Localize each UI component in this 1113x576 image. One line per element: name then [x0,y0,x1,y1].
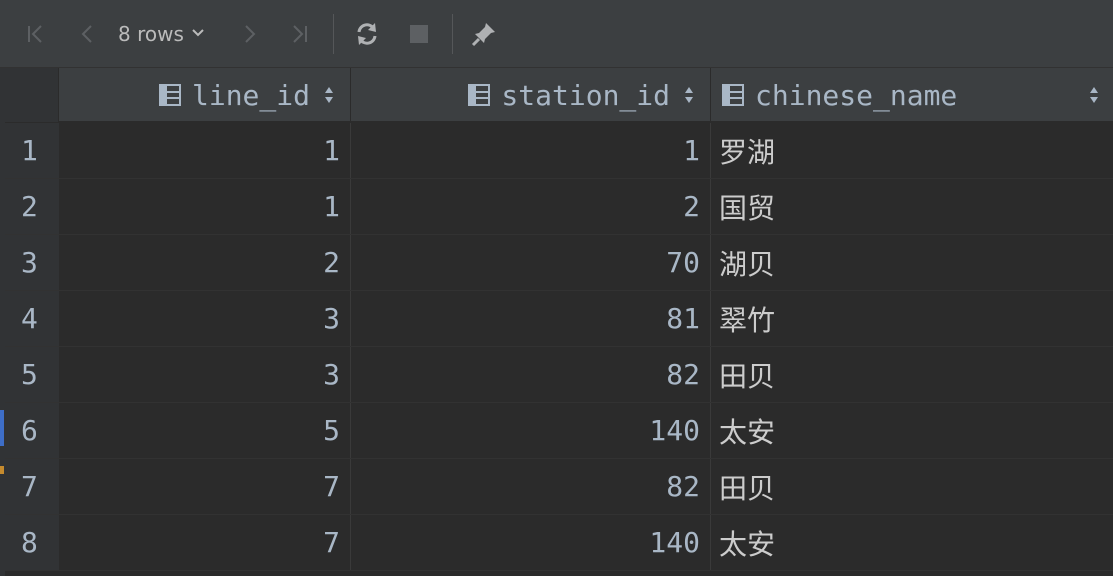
pin-icon [470,20,498,48]
cell-chinese-name[interactable]: 国贸 [711,179,1113,234]
column-icon [158,83,182,107]
stop-icon [408,23,430,45]
row-number[interactable]: 1 [5,123,59,178]
sort-icon[interactable] [324,86,334,104]
column-header-station-id[interactable]: station_id [351,68,711,122]
gutter-marker [0,466,4,474]
cell-station-id[interactable]: 140 [351,403,711,458]
next-page-icon [237,22,261,46]
table-row[interactable]: 4 3 81 翠竹 [5,291,1113,347]
cell-line-id[interactable]: 1 [59,123,351,178]
rows-count-label: 8 rows [118,22,184,46]
last-page-button[interactable] [283,17,315,51]
row-number[interactable]: 2 [5,179,59,234]
cell-chinese-name[interactable]: 湖贝 [711,235,1113,290]
column-label: line_id [191,78,310,112]
cell-chinese-name[interactable]: 罗湖 [711,123,1113,178]
row-number[interactable]: 6 [5,403,59,458]
cell-chinese-name[interactable]: 太安 [711,515,1113,570]
chevron-down-icon [190,22,206,46]
next-page-button[interactable] [233,17,265,51]
refresh-button[interactable] [351,17,383,51]
cell-station-id[interactable]: 70 [351,235,711,290]
gutter-marker [0,410,4,446]
cell-chinese-name[interactable]: 田贝 [711,459,1113,514]
column-icon [721,83,745,107]
result-toolbar: 8 rows [0,0,1113,68]
column-header-chinese-name[interactable]: chinese_name [711,68,1113,122]
cell-chinese-name[interactable]: 翠竹 [711,291,1113,346]
prev-page-button[interactable] [72,17,104,51]
column-icon [467,83,491,107]
table-row[interactable]: 8 7 140 太安 [5,515,1113,571]
table-row[interactable]: 7 7 82 田贝 [5,459,1113,515]
column-label: station_id [501,78,670,112]
row-number[interactable]: 8 [5,515,59,570]
row-number[interactable]: 4 [5,291,59,346]
toolbar-separator [452,14,453,54]
table-row[interactable]: 1 1 1 罗湖 [5,123,1113,179]
cell-station-id[interactable]: 81 [351,291,711,346]
table-row[interactable]: 5 3 82 田贝 [5,347,1113,403]
cell-station-id[interactable]: 82 [351,459,711,514]
row-number[interactable]: 3 [5,235,59,290]
sort-icon[interactable] [1089,86,1099,104]
toolbar-separator [333,14,334,54]
cell-line-id[interactable]: 2 [59,235,351,290]
cell-chinese-name[interactable]: 田贝 [711,347,1113,402]
first-page-button[interactable] [20,17,52,51]
grid-header: line_id station_id chinese_name [5,68,1113,122]
refresh-icon [353,20,381,48]
row-number-header [5,68,59,122]
table-row[interactable]: 2 1 2 国贸 [5,179,1113,235]
row-number[interactable]: 5 [5,347,59,402]
rows-count-dropdown[interactable]: 8 rows [118,17,206,51]
sort-icon[interactable] [684,86,694,104]
cell-line-id[interactable]: 3 [59,347,351,402]
row-number[interactable]: 7 [5,459,59,514]
prev-page-icon [76,22,100,46]
cell-line-id[interactable]: 3 [59,291,351,346]
cell-station-id[interactable]: 2 [351,179,711,234]
first-page-icon [24,22,48,46]
column-label: chinese_name [755,78,958,112]
stop-button[interactable] [403,17,435,51]
cell-line-id[interactable]: 7 [59,515,351,570]
table-row[interactable]: 3 2 70 湖贝 [5,235,1113,291]
cell-line-id[interactable]: 5 [59,403,351,458]
cell-station-id[interactable]: 82 [351,347,711,402]
cell-line-id[interactable]: 1 [59,179,351,234]
cell-station-id[interactable]: 140 [351,515,711,570]
cell-line-id[interactable]: 7 [59,459,351,514]
column-header-line-id[interactable]: line_id [59,68,351,122]
pin-tab-button[interactable] [468,17,500,51]
table-row[interactable]: 6 5 140 太安 [5,403,1113,459]
last-page-icon [287,22,311,46]
cell-chinese-name[interactable]: 太安 [711,403,1113,458]
cell-station-id[interactable]: 1 [351,123,711,178]
